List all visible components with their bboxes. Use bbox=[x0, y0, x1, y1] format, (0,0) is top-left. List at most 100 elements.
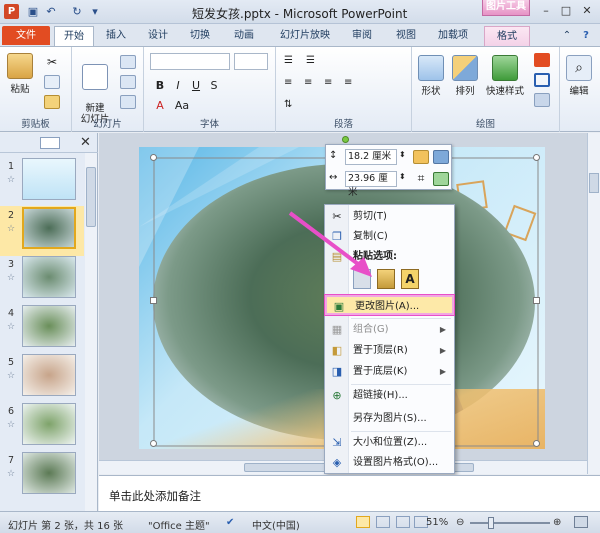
normal-view-icon[interactable] bbox=[356, 516, 370, 528]
menu-item-send-back[interactable]: ◨ 置于底层(K) ▶ bbox=[325, 362, 454, 382]
menu-item-copy[interactable]: ❐ 复制(C) bbox=[325, 227, 454, 247]
resize-handle-br[interactable] bbox=[533, 440, 540, 447]
save-icon[interactable]: ▣ bbox=[26, 5, 40, 19]
menu-item-hyperlink[interactable]: ⊕ 超链接(H)... bbox=[325, 386, 454, 406]
tab-format[interactable]: 格式 bbox=[484, 26, 530, 46]
editing-button[interactable]: ⌕ 编辑 bbox=[564, 55, 594, 97]
help-icon[interactable]: ? bbox=[578, 26, 594, 46]
slide-sorter-icon[interactable] bbox=[376, 516, 390, 528]
slide-thumbnail[interactable]: 6 ☆ bbox=[0, 402, 84, 452]
slide-thumbnail[interactable]: 4 ☆ bbox=[0, 304, 84, 354]
shape-effects-icon[interactable] bbox=[534, 93, 550, 107]
slide-thumbnail[interactable]: 7 ☆ bbox=[0, 451, 84, 501]
menu-item-format-picture[interactable]: ◈ 设置图片格式(O)... bbox=[325, 453, 454, 473]
fill-icon[interactable] bbox=[433, 172, 449, 186]
spellcheck-icon[interactable]: ✔ bbox=[226, 517, 234, 528]
menu-item-save-as-picture[interactable]: 另存为图片(S)... bbox=[325, 409, 454, 429]
height-spin-icon[interactable]: ⬍ bbox=[399, 150, 406, 159]
slide-thumbnail[interactable]: 2 ☆ bbox=[0, 206, 84, 256]
close-pane-icon[interactable]: ✕ bbox=[80, 135, 91, 150]
menu-item-group[interactable]: ▦ 组合(G) ▶ bbox=[325, 320, 454, 340]
zoom-slider-thumb[interactable] bbox=[488, 517, 494, 529]
zoom-level[interactable]: 51% bbox=[426, 517, 448, 528]
cut-icon[interactable]: ✂ bbox=[44, 55, 60, 69]
shape-fill-icon[interactable] bbox=[534, 53, 550, 67]
arrange-button[interactable]: 排列 bbox=[450, 55, 480, 97]
align-center-icon[interactable]: ≡ bbox=[304, 77, 320, 91]
paste-text-only-icon[interactable]: A bbox=[401, 269, 419, 289]
bullets-icon[interactable]: ☰ bbox=[284, 55, 300, 69]
paste-picture-icon[interactable] bbox=[377, 269, 395, 289]
resize-handle-tl[interactable] bbox=[150, 154, 157, 161]
numbering-icon[interactable]: ☰ bbox=[306, 55, 322, 69]
scroll-thumb[interactable] bbox=[86, 167, 96, 227]
copy-icon[interactable] bbox=[44, 75, 60, 89]
notes-pane[interactable]: 单击此处添加备注 bbox=[99, 475, 600, 511]
ribbon-minimize-icon[interactable]: ⌃ bbox=[560, 26, 574, 46]
slides-tab-icon[interactable] bbox=[40, 137, 60, 149]
quick-styles-button[interactable]: 快速样式 bbox=[482, 55, 528, 97]
menu-item-cut[interactable]: ✂ 剪切(T) bbox=[325, 207, 454, 227]
bring-forward-icon[interactable] bbox=[413, 150, 429, 164]
width-input[interactable]: 23.96 厘米 bbox=[345, 171, 397, 198]
shapes-button[interactable]: 形状 bbox=[416, 55, 446, 97]
slide-thumbnail[interactable]: 1 ☆ bbox=[0, 157, 84, 207]
menu-item-change-picture[interactable]: ▣ 更改图片(A)... bbox=[325, 295, 454, 315]
underline-icon[interactable]: U bbox=[188, 79, 204, 93]
tab-animations[interactable]: 动画 bbox=[226, 26, 262, 46]
menu-item-size-position[interactable]: ⇲ 大小和位置(Z)... bbox=[325, 433, 454, 453]
slide-thumbnail[interactable]: 5 ☆ bbox=[0, 353, 84, 403]
reading-view-icon[interactable] bbox=[396, 516, 410, 528]
send-backward-icon[interactable] bbox=[433, 150, 449, 164]
format-painter-icon[interactable] bbox=[44, 95, 60, 109]
section-icon[interactable] bbox=[120, 95, 136, 109]
font-size-input[interactable] bbox=[234, 53, 268, 70]
fit-to-window-icon[interactable] bbox=[574, 516, 588, 528]
redo-icon[interactable]: ↻ bbox=[70, 5, 84, 19]
tab-transitions[interactable]: 切换 bbox=[182, 26, 218, 46]
font-case-icon[interactable]: Aa bbox=[174, 99, 190, 113]
zoom-out-icon[interactable]: ⊖ bbox=[456, 517, 464, 528]
resize-handle-r[interactable] bbox=[533, 297, 540, 304]
strikethrough-icon[interactable]: S bbox=[206, 79, 222, 93]
justify-icon[interactable]: ≡ bbox=[344, 77, 360, 91]
tab-home[interactable]: 开始 bbox=[54, 26, 94, 46]
close-icon[interactable]: ✕ bbox=[577, 3, 597, 19]
font-color-icon[interactable]: A bbox=[152, 99, 168, 113]
powerpoint-app-icon[interactable]: P bbox=[4, 4, 19, 19]
menu-item-bring-front[interactable]: ◧ 置于顶层(R) ▶ bbox=[325, 341, 454, 361]
tab-file[interactable]: 文件 bbox=[2, 26, 50, 45]
tab-insert[interactable]: 插入 bbox=[98, 26, 134, 46]
layout-icon[interactable] bbox=[120, 55, 136, 69]
zoom-slider[interactable] bbox=[470, 517, 550, 529]
tab-slideshow[interactable]: 幻灯片放映 bbox=[272, 26, 338, 46]
resize-handle-l[interactable] bbox=[150, 297, 157, 304]
italic-icon[interactable]: I bbox=[170, 79, 186, 93]
tab-design[interactable]: 设计 bbox=[140, 26, 176, 46]
resize-handle-bl[interactable] bbox=[150, 440, 157, 447]
new-slide-button[interactable]: 新建 幻灯片 bbox=[76, 53, 114, 125]
thumbnails-scrollbar[interactable] bbox=[85, 153, 97, 511]
minimize-icon[interactable]: – bbox=[536, 3, 556, 19]
crop-icon[interactable]: ⌗ bbox=[413, 171, 429, 185]
font-name-input[interactable] bbox=[150, 53, 230, 70]
zoom-in-icon[interactable]: ⊕ bbox=[553, 517, 561, 528]
customize-qat-icon[interactable]: ▾ bbox=[88, 5, 102, 19]
align-right-icon[interactable]: ≡ bbox=[324, 77, 340, 91]
paste-keep-format-icon[interactable] bbox=[353, 269, 371, 289]
language-indicator[interactable]: 中文(中国) bbox=[252, 517, 300, 532]
reset-icon[interactable] bbox=[120, 75, 136, 89]
editor-vscrollbar[interactable] bbox=[587, 133, 600, 474]
height-input[interactable]: 18.2 厘米 bbox=[345, 149, 397, 165]
paste-button[interactable]: 粘贴 bbox=[6, 53, 34, 95]
width-spin-icon[interactable]: ⬍ bbox=[399, 172, 406, 181]
maximize-icon[interactable]: □ bbox=[556, 3, 576, 19]
theme-name[interactable]: "Office 主题" bbox=[148, 517, 210, 532]
rotate-handle[interactable] bbox=[342, 136, 349, 143]
tab-addins[interactable]: 加载项 bbox=[430, 26, 476, 46]
slide-thumbnail[interactable]: 3 ☆ bbox=[0, 255, 84, 305]
resize-handle-tr[interactable] bbox=[533, 154, 540, 161]
align-left-icon[interactable]: ≡ bbox=[284, 77, 300, 91]
text-direction-icon[interactable]: ⇅ bbox=[284, 99, 300, 113]
bold-icon[interactable]: B bbox=[152, 79, 168, 93]
